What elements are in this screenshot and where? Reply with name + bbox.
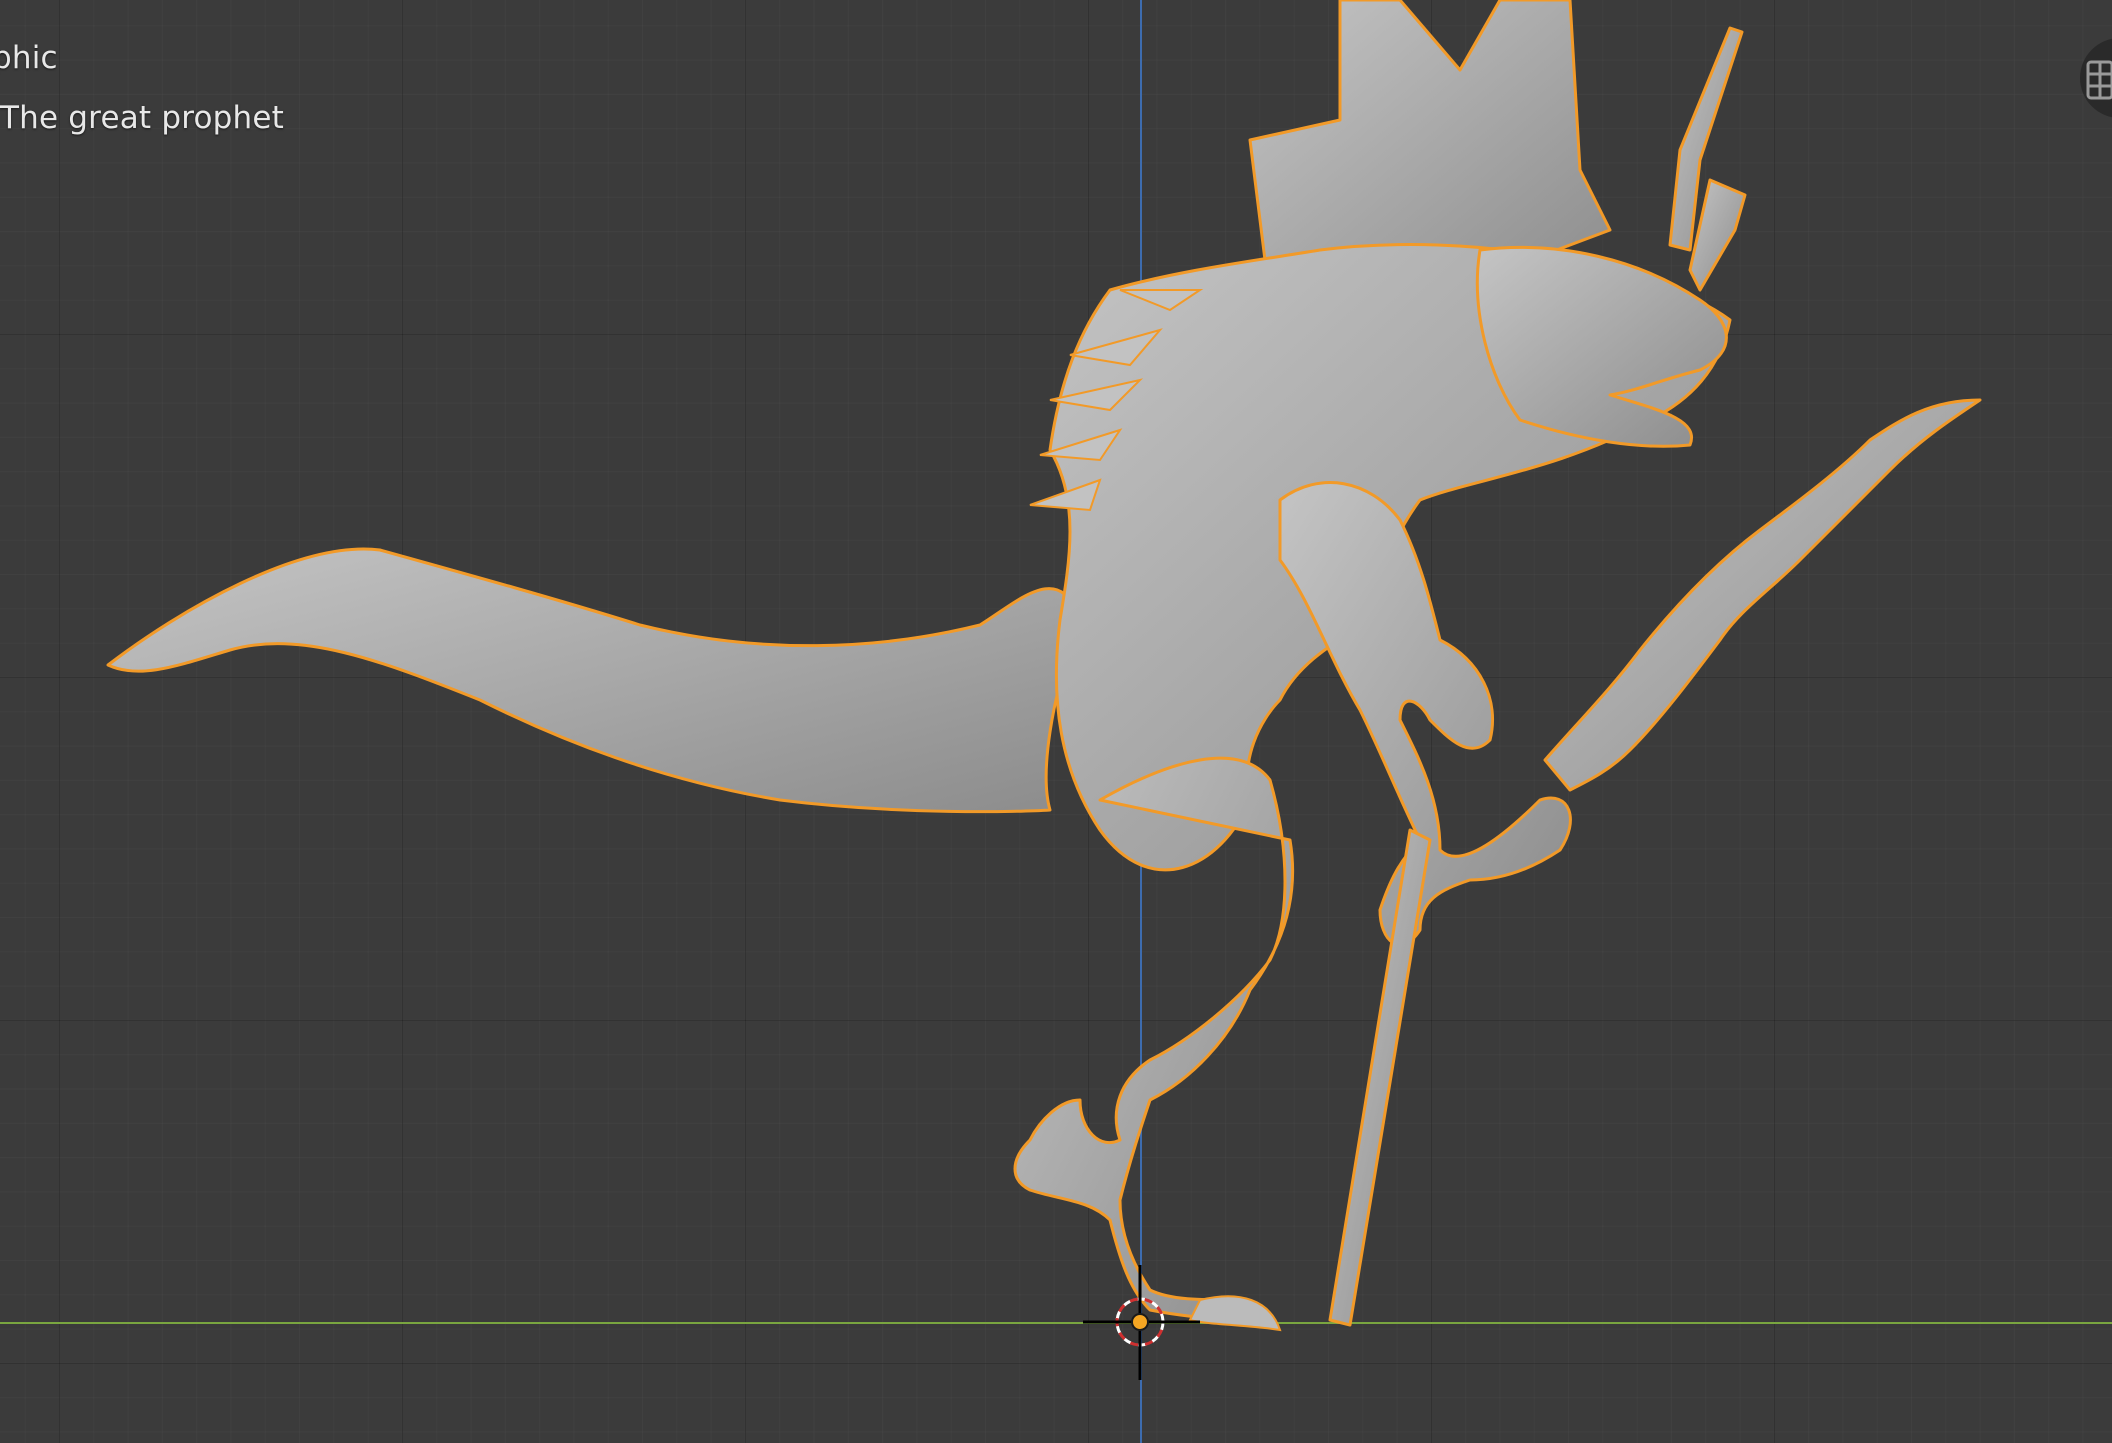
horn [1688, 178, 1747, 292]
foot-claw [1188, 1295, 1282, 1332]
object-origin-icon [1131, 1313, 1149, 1331]
sword-blade [1543, 398, 1982, 792]
tail [106, 547, 1082, 814]
selected-mesh[interactable] [0, 0, 2112, 1443]
3d-viewport[interactable]: phic The great prophet [0, 0, 2112, 1443]
staff [1328, 828, 1432, 1327]
